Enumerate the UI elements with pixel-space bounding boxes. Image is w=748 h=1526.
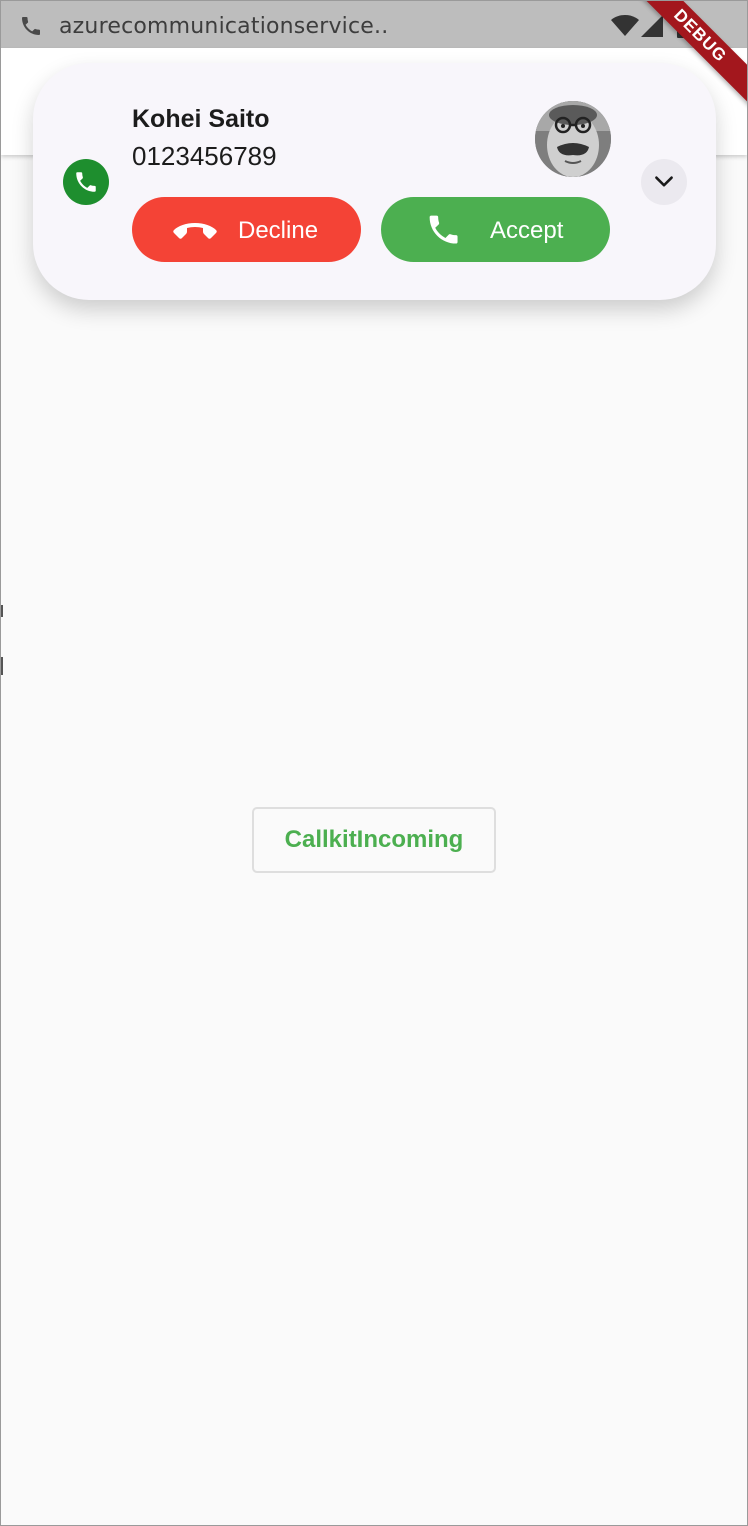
decline-button[interactable]: Decline [132,197,361,262]
edge-marker [1,605,3,617]
app-screen: azurecommunicationservice.. Kohei Saito … [0,0,748,1526]
call-badge [63,159,109,205]
cell-signal-icon [641,15,663,37]
notification-title: azurecommunicationservice.. [59,14,389,39]
phone-icon [429,215,458,244]
caller-avatar [535,101,611,177]
chevron-down-icon [655,176,673,187]
edge-marker [1,657,3,675]
wifi-icon [611,15,639,36]
phone-icon [22,17,40,35]
decline-label: Decline [238,217,319,244]
status-bar: azurecommunicationservice.. [1,1,747,48]
expand-button[interactable] [641,159,687,205]
accept-label: Accept [490,217,564,244]
hang-up-icon [173,223,217,239]
incoming-call-notification[interactable]: Kohei Saito 0123456789 Decline Accept [33,63,716,300]
phone-icon [76,172,96,192]
caller-number: 0123456789 [132,141,277,171]
caller-name: Kohei Saito [132,105,270,133]
callkit-incoming-button[interactable]: CallkitIncoming [252,807,496,873]
battery-icon [677,12,691,38]
accept-button[interactable]: Accept [381,197,610,262]
